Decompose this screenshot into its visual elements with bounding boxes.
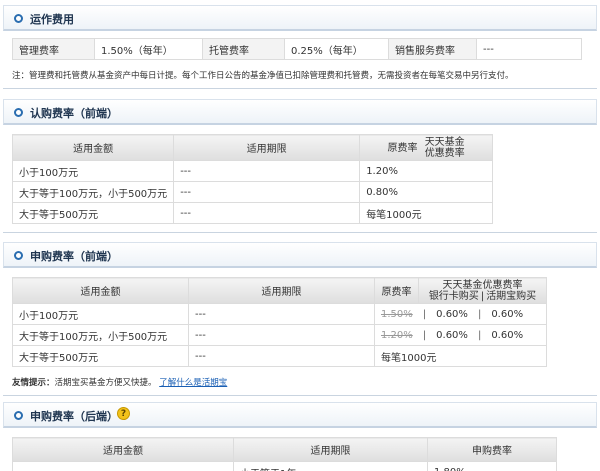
rate-cell: 每笔1000元: [359, 202, 493, 224]
col-header-term: 适用期限: [173, 134, 361, 161]
amount-cell: 大于等于100万元，小于500万元: [12, 324, 189, 346]
custody-fee-value: 0.25%（每年）: [284, 38, 389, 60]
sales-service-fee-label: 销售服务费率: [388, 38, 477, 60]
section-header-subscription-front: 认购费率（前端）: [3, 99, 597, 125]
table-row: 管理费率 1.50%（每年） 托管费率 0.25%（每年） 销售服务费率 ---: [12, 38, 582, 60]
circle-bullet-icon: [14, 251, 23, 260]
amount-cell: 大于等于500万元: [11, 202, 175, 224]
amount-cell: 大于等于500万元: [12, 345, 189, 367]
huoqibao-purchase-label: 活期宝购买: [486, 290, 537, 302]
rate-cell: 1.20%: [359, 160, 493, 182]
rate-cell: 0.80%: [359, 181, 493, 203]
section-header-purchase-back: 申购费率（后端） ?: [3, 402, 597, 428]
huoqibao-rate: 0.60%: [491, 329, 524, 341]
amount-cell: 小于100万元: [11, 160, 175, 182]
circle-bullet-icon: [14, 108, 23, 117]
table-header-row: 适用金额 适用期限 原费率 天天基金 优惠费率: [11, 134, 493, 161]
rate-cell: 1.50% | 0.60% | 0.60%: [374, 303, 547, 325]
term-cell: ---: [173, 202, 361, 224]
bank-card-purchase-label: 银行卡购买: [428, 290, 479, 302]
separator: |: [477, 308, 482, 320]
operating-fees-table: 管理费率 1.50%（每年） 托管费率 0.25%（每年） 销售服务费率 ---: [12, 38, 582, 60]
section-title: 申购费率（后端）: [30, 410, 118, 423]
huoqibao-rate: 0.60%: [491, 308, 524, 320]
rate-cell: 1.20% | 0.60% | 0.60%: [374, 324, 547, 346]
col-header-term: 适用期限: [188, 277, 375, 304]
separator: |: [422, 329, 427, 341]
original-rate: 1.50%: [381, 308, 413, 320]
purchase-back-fee-table: 适用金额 适用期限 申购费率 小于等于1年 1.80%: [12, 437, 557, 471]
table-row: 大于等于100万元，小于500万元 --- 0.80%: [11, 181, 493, 203]
tip-text: 活期宝买基金方便又快捷。: [54, 378, 157, 388]
divider: [3, 395, 597, 396]
custody-fee-label: 托管费率: [202, 38, 285, 60]
col-header-term: 适用期限: [233, 437, 428, 462]
discount-rate-label: 优惠费率: [424, 147, 465, 159]
section-header-operating-fees: 运作费用: [3, 5, 597, 31]
term-cell: ---: [173, 181, 361, 203]
section-title: 申购费率（前端）: [30, 250, 118, 263]
sales-service-fee-value: ---: [476, 38, 582, 60]
table-row: 大于等于100万元，小于500万元 --- 1.20% | 0.60% | 0.60%: [12, 324, 547, 346]
term-cell: ---: [188, 345, 375, 367]
amount-cell: 大于等于100万元，小于500万元: [11, 181, 175, 203]
col-header-original-rate: 原费率: [374, 277, 419, 304]
bank-card-rate: 0.60%: [436, 308, 468, 320]
subscription-fee-table: 适用金额 适用期限 原费率 天天基金 优惠费率 小于100万元 --- 1.20…: [11, 134, 493, 224]
management-fee-value: 1.50%（每年）: [94, 38, 203, 60]
purchase-front-fee-table: 适用金额 适用期限 原费率 天天基金优惠费率 银行卡购买 | 活期宝购买 小于100…: [12, 277, 547, 367]
term-cell: ---: [188, 303, 375, 325]
rate-cell: 每笔1000元: [374, 345, 547, 367]
tiantian-label: 天天基金: [424, 136, 465, 148]
amount-cell: [12, 461, 234, 471]
circle-bullet-icon: [14, 411, 23, 420]
amount-cell: 小于100万元: [12, 303, 189, 325]
management-fee-label: 管理费率: [12, 38, 95, 60]
learn-huoqibao-link[interactable]: 了解什么是活期宝: [159, 378, 227, 388]
col-header-amount: 适用金额: [12, 277, 189, 304]
question-icon[interactable]: ?: [117, 407, 130, 420]
circle-bullet-icon: [14, 14, 23, 23]
friendly-tip: 友情提示：活期宝买基金方便又快捷。 了解什么是活期宝: [12, 376, 227, 388]
table-row: 小于等于1年 1.80%: [12, 461, 557, 471]
col-header-discount-rate: 天天基金优惠费率 银行卡购买 | 活期宝购买: [418, 277, 547, 304]
section-title: 认购费率（前端）: [30, 107, 118, 120]
operating-fees-note: 注：管理费和托管费从基金资产中每日计提。每个工作日公告的基金净值已扣除管理费和托…: [12, 71, 514, 81]
col-header-amount: 适用金额: [12, 437, 234, 462]
section-header-purchase-front: 申购费率（前端）: [3, 242, 597, 268]
divider: [3, 88, 597, 89]
divider: [3, 232, 597, 233]
tip-label: 友情提示：: [12, 378, 55, 388]
col-header-rate: 申购费率: [427, 437, 557, 462]
original-rate-label: 原费率: [387, 142, 418, 154]
table-row: 大于等于500万元 --- 每笔1000元: [12, 345, 547, 367]
table-header-row: 适用金额 适用期限 申购费率: [12, 437, 557, 462]
rate-cell: 1.80%: [427, 461, 557, 471]
col-header-amount: 适用金额: [11, 134, 175, 161]
discount-rate-title: 天天基金优惠费率: [442, 279, 523, 291]
table-row: 小于100万元 --- 1.50% | 0.60% | 0.60%: [12, 303, 547, 325]
section-title: 运作费用: [30, 13, 74, 26]
table-row: 小于100万元 --- 1.20%: [11, 160, 493, 182]
separator: |: [422, 308, 427, 320]
col-header-rate: 原费率 天天基金 优惠费率: [359, 134, 493, 161]
term-cell: ---: [188, 324, 375, 346]
separator: |: [477, 329, 482, 341]
table-header-row: 适用金额 适用期限 原费率 天天基金优惠费率 银行卡购买 | 活期宝购买: [12, 277, 547, 304]
table-row: 大于等于500万元 --- 每笔1000元: [11, 202, 493, 224]
original-rate: 1.20%: [381, 329, 413, 341]
bank-card-rate: 0.60%: [436, 329, 468, 341]
term-cell: ---: [173, 160, 361, 182]
term-cell: 小于等于1年: [233, 461, 428, 471]
